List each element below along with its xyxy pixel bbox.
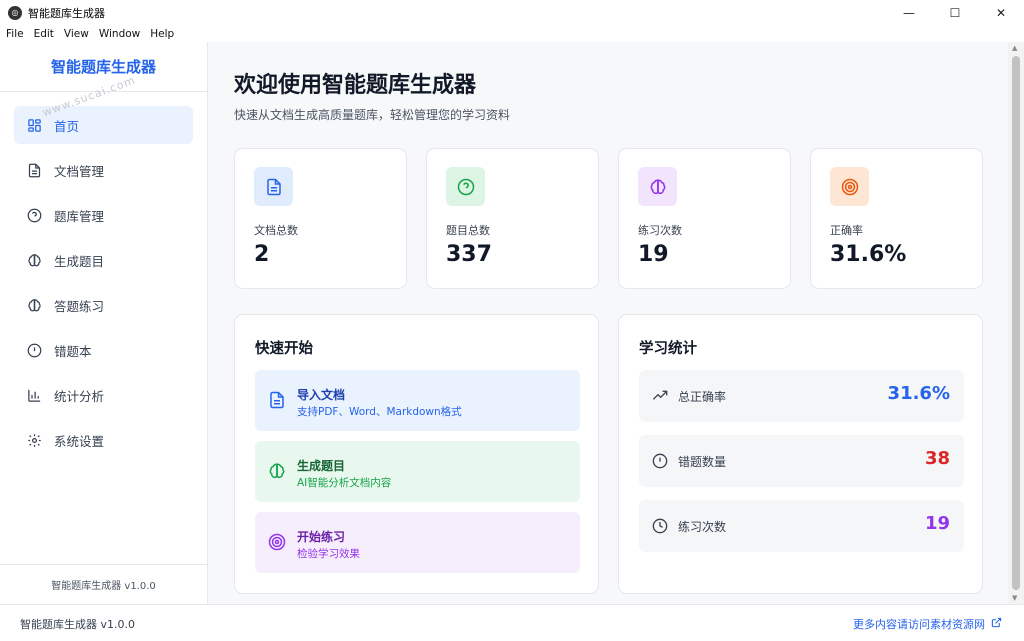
bar-chart-icon [26,387,42,403]
sidebar-item-label: 首页 [54,118,80,134]
dashboard-icon [26,117,42,133]
quick-start-import-document[interactable]: 导入文档 支持PDF、Word、Markdown格式 [255,370,580,431]
sidebar-item-label: 文档管理 [54,163,105,179]
target-icon [267,532,287,552]
stat-card-practice: 练习次数 19 [618,148,791,289]
menu-edit[interactable]: Edit [29,28,59,40]
scrollbar-thumb[interactable] [1012,56,1020,590]
page-subtitle: 快速从文档生成高质量题库，轻松管理您的学习资料 [234,108,511,122]
quick-start-title: 生成题目 [297,459,346,473]
brain-icon [267,461,287,481]
stat-value: 2 [254,242,270,267]
sidebar-version: 智能题库生成器 v1.0.0 [0,564,207,604]
vertical-scrollbar[interactable]: ▲ ▼ [1008,42,1024,604]
minimize-button[interactable]: — [886,0,932,25]
quick-start-desc: 支持PDF、Word、Markdown格式 [297,406,462,418]
quick-start-desc: 检验学习效果 [297,548,360,560]
app-icon: ◎ [8,5,22,20]
sidebar-item-label: 错题本 [54,343,92,359]
alert-circle-icon [26,342,42,358]
panel-title: 学习统计 [639,341,697,357]
scroll-down-arrow-icon[interactable]: ▼ [1012,594,1017,602]
clock-icon [651,517,669,535]
quick-start-panel: 快速开始 导入文档 支持PDF、Word、Markdown格式 生成题目 AI智… [234,314,599,594]
page-title: 欢迎使用智能题库生成器 [234,73,477,98]
window-title: 智能题库生成器 [28,6,105,20]
sidebar-item-mistakes[interactable]: 错题本 [14,331,193,369]
brain-icon [26,297,42,313]
close-button[interactable]: ✕ [978,0,1024,25]
menu-window[interactable]: Window [94,28,145,40]
alert-circle-icon [651,452,669,470]
learning-stat-value: 19 [924,513,950,534]
learning-stat-label: 总正确率 [678,390,727,404]
document-icon [267,390,287,410]
sidebar-item-label: 答题练习 [54,298,105,314]
sidebar-item-label: 统计分析 [54,388,105,404]
status-bar: 智能题库生成器 v1.0.0 更多内容请访问素材资源网 [0,604,1024,641]
question-circle-icon [446,167,485,206]
question-circle-icon [26,207,42,223]
resource-site-link[interactable]: 更多内容请访问素材资源网 [853,616,1002,632]
gear-icon [26,432,42,448]
sidebar-nav: 首页 文档管理 题库管理 生成题目 答题练习 错题本 统计分析 系统设置 [0,92,207,459]
external-link-icon [985,617,1002,631]
panel-title: 快速开始 [255,341,313,357]
stat-card-questions: 题目总数 337 [426,148,599,289]
learning-stat-mistakes: 错题数量 38 [639,435,964,487]
sidebar-item-practice[interactable]: 答题练习 [14,286,193,324]
sidebar-item-home[interactable]: 首页 [14,106,193,144]
quick-start-start-practice[interactable]: 开始练习 检验学习效果 [255,512,580,573]
status-version: 智能题库生成器 v1.0.0 [20,618,135,631]
window-controls: — ☐ ✕ [886,0,1024,25]
maximize-button[interactable]: ☐ [932,0,978,25]
sidebar-item-documents[interactable]: 文档管理 [14,151,193,189]
sidebar-item-generate[interactable]: 生成题目 [14,241,193,279]
sidebar: 智能题库生成器 www.sucai.com 首页 文档管理 题库管理 生成题目 [0,42,208,604]
scroll-up-arrow-icon[interactable]: ▲ [1012,44,1017,52]
quick-start-title: 导入文档 [297,388,346,402]
title-bar: ◎ 智能题库生成器 — ☐ ✕ [0,0,1024,25]
sidebar-item-analytics[interactable]: 统计分析 [14,376,193,414]
sidebar-item-label: 生成题目 [54,253,105,269]
resource-site-link-label: 更多内容请访问素材资源网 [853,618,985,631]
menu-bar: File Edit View Window Help [0,25,1024,42]
learning-stat-value: 38 [924,448,950,469]
sidebar-item-label: 题库管理 [54,208,105,224]
stat-card-accuracy: 正确率 31.6% [810,148,983,289]
quick-start-title: 开始练习 [297,530,346,544]
learning-stat-value: 31.6% [887,383,950,404]
stat-card-documents: 文档总数 2 [234,148,407,289]
document-icon [254,167,293,206]
sidebar-item-label: 系统设置 [54,433,105,449]
learning-stat-practice-count: 练习次数 19 [639,500,964,552]
main-content: 欢迎使用智能题库生成器 快速从文档生成高质量题库，轻松管理您的学习资料 文档总数… [208,42,1008,604]
stat-value: 19 [638,242,669,267]
brain-icon [26,252,42,268]
menu-file[interactable]: File [0,28,29,40]
learning-stat-label: 错题数量 [678,455,727,469]
stat-label: 练习次数 [638,224,682,237]
quick-start-generate-questions[interactable]: 生成题目 AI智能分析文档内容 [255,441,580,502]
stat-label: 正确率 [830,224,863,237]
document-icon [26,162,42,178]
learning-stats-panel: 学习统计 总正确率 31.6% 错题数量 38 练习次数 19 [618,314,983,594]
stat-label: 题目总数 [446,224,490,237]
stat-label: 文档总数 [254,224,298,237]
learning-stat-accuracy: 总正确率 31.6% [639,370,964,422]
brain-icon [638,167,677,206]
stat-value: 31.6% [830,242,907,267]
quick-start-desc: AI智能分析文档内容 [297,477,392,489]
sidebar-item-settings[interactable]: 系统设置 [14,421,193,459]
sidebar-item-question-bank[interactable]: 题库管理 [14,196,193,234]
stat-value: 337 [446,242,492,267]
menu-view[interactable]: View [59,28,94,40]
target-icon [830,167,869,206]
trending-up-icon [651,387,669,405]
learning-stat-label: 练习次数 [678,520,727,534]
menu-help[interactable]: Help [145,28,179,40]
